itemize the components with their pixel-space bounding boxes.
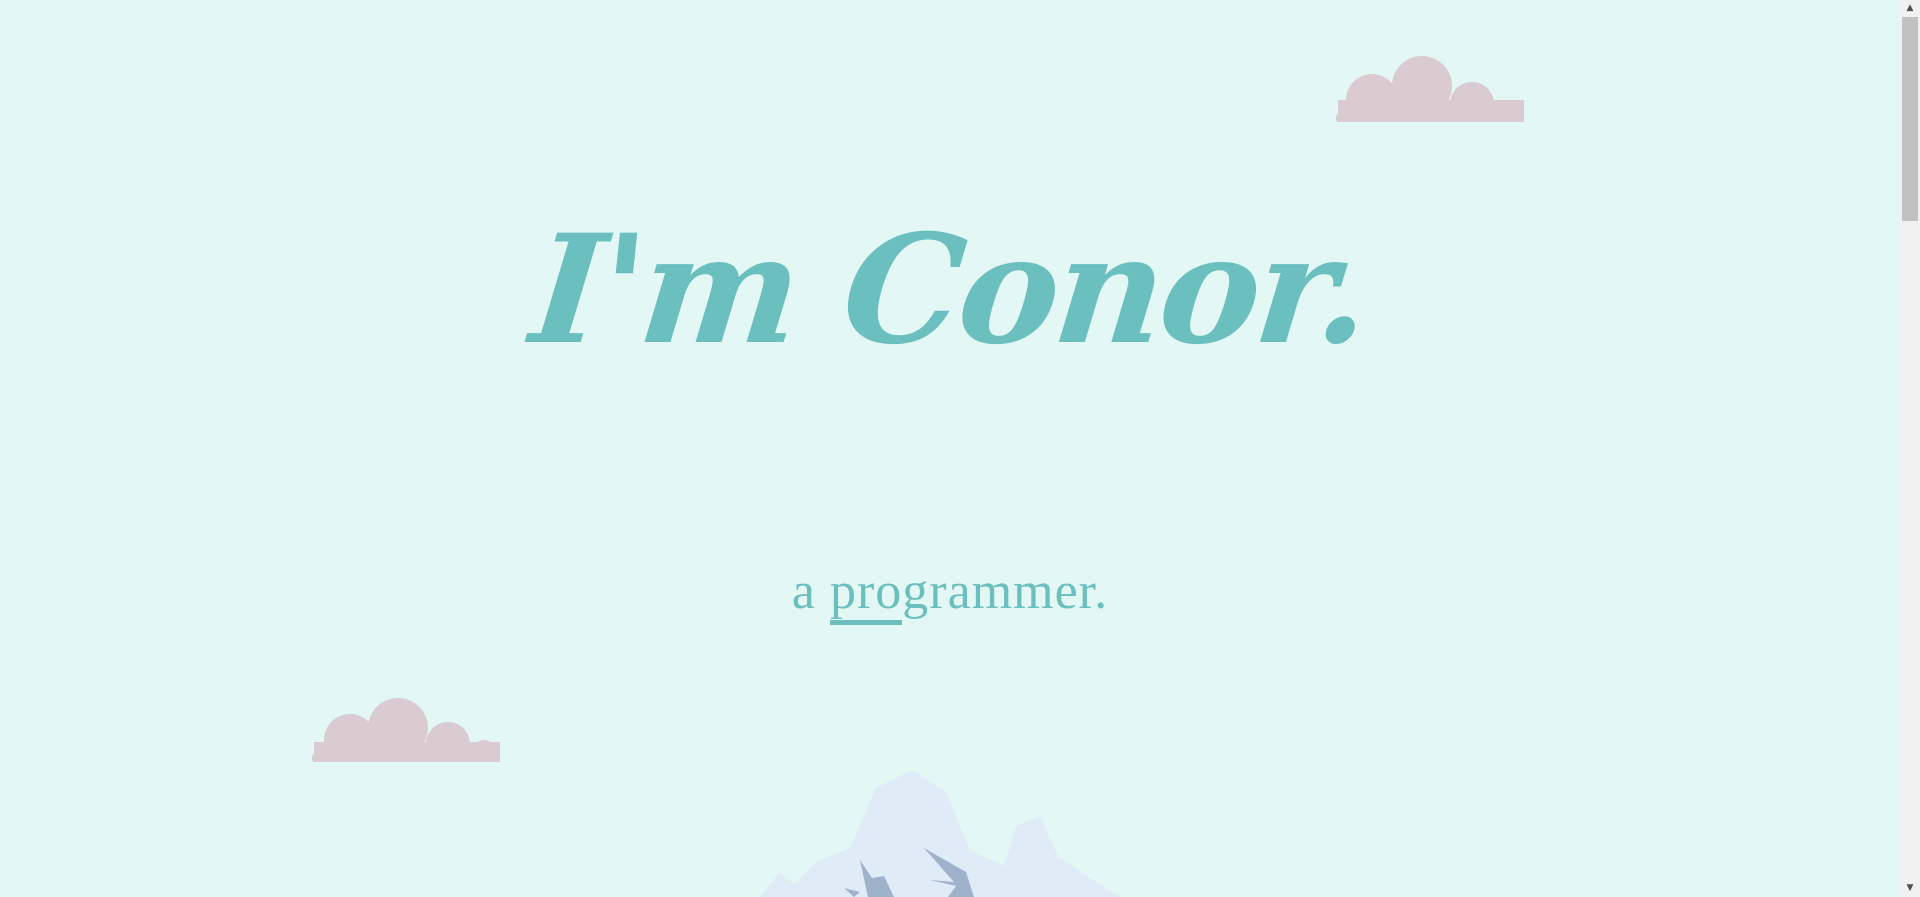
role-highlight: pro (829, 563, 903, 625)
hero-section: I'm Conor. a programmer. (0, 0, 1900, 897)
cloud-icon (1336, 56, 1524, 122)
page-title: I'm Conor. (524, 202, 1376, 378)
subtitle-rest: grammer. (902, 563, 1109, 620)
subtitle: a programmer. (0, 562, 1900, 625)
cloud-icon (312, 698, 500, 762)
scroll-up-arrow-icon[interactable]: ▲ (1900, 0, 1920, 17)
scrollbar-thumb[interactable] (1902, 17, 1918, 221)
subtitle-prefix: a (791, 563, 830, 620)
mountain-illustration (760, 770, 1120, 897)
scroll-down-arrow-icon[interactable]: ▼ (1900, 880, 1920, 897)
scrollbar[interactable]: ▲ ▼ (1900, 0, 1920, 897)
